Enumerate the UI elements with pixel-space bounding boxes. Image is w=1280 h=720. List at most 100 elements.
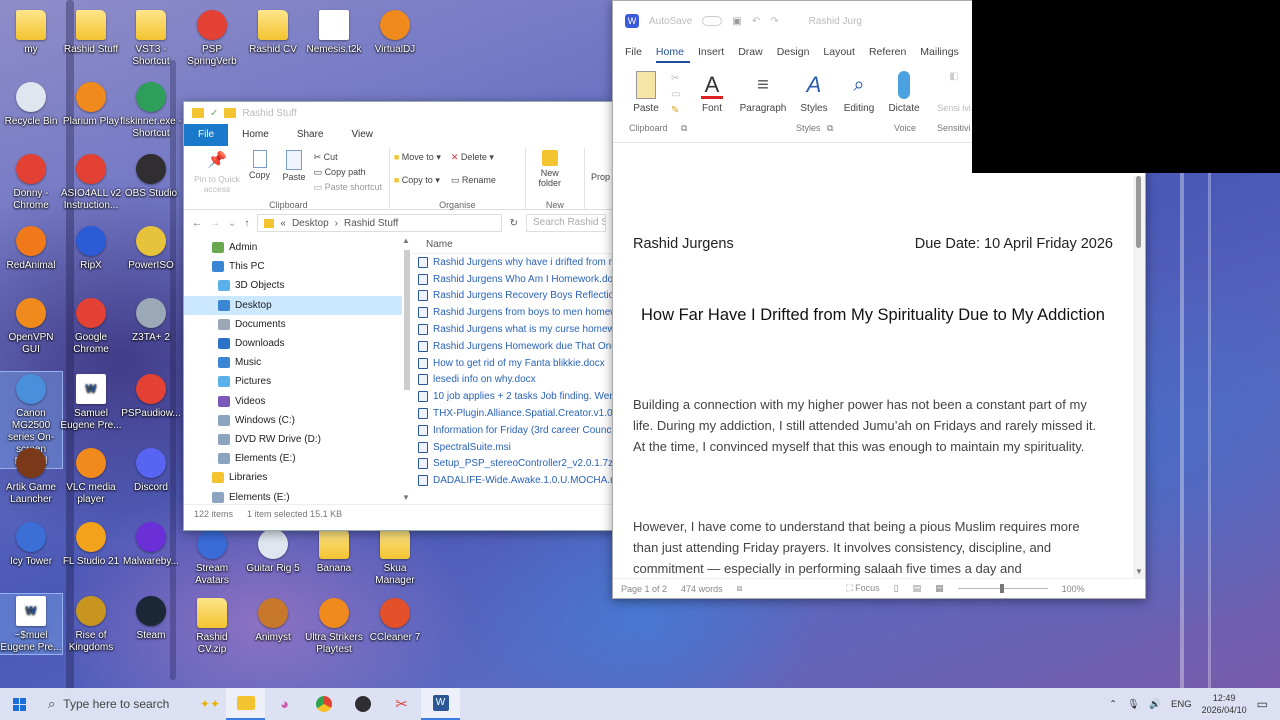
save-icon[interactable]: ▣ bbox=[732, 16, 741, 27]
desktop-icon[interactable]: CCleaner 7 bbox=[364, 596, 426, 644]
nav-item[interactable]: 3D Objects bbox=[184, 276, 402, 295]
properties-button[interactable]: Prop bbox=[585, 148, 610, 209]
styles-button[interactable]: A Styles bbox=[789, 71, 839, 114]
forward-arrow-icon[interactable]: → bbox=[210, 218, 220, 229]
toggle-switch-icon[interactable] bbox=[702, 16, 723, 26]
nav-item[interactable]: Pictures bbox=[184, 372, 402, 391]
nav-item[interactable]: DVD RW Drive (D:) bbox=[184, 430, 402, 449]
clipboard-launcher-icon[interactable]: ⧉ bbox=[681, 123, 687, 134]
file-row[interactable]: Rashid Jurgens Homework due That One T bbox=[412, 338, 614, 355]
file-row[interactable]: THX-Plugin.Alliance.Spatial.Creator.v1.0… bbox=[412, 405, 614, 422]
zoom-slider[interactable] bbox=[957, 584, 1048, 593]
file-row[interactable]: Rashid Jurgens Recovery Boys Reflection … bbox=[412, 288, 614, 305]
copy-path-button[interactable]: ▭ Copy path bbox=[314, 165, 383, 180]
file-row[interactable]: 10 job applies + 2 tasks Job finding. We… bbox=[412, 388, 614, 405]
paste-button[interactable]: Paste bbox=[277, 148, 311, 182]
undo-icon[interactable]: ↶ bbox=[752, 16, 760, 27]
file-explorer-taskbar-button[interactable] bbox=[226, 688, 265, 720]
back-arrow-icon[interactable]: ← bbox=[192, 218, 202, 229]
styles-launcher-icon[interactable]: ⧉ bbox=[827, 123, 833, 134]
volume-icon[interactable]: 🔊 bbox=[1149, 699, 1161, 710]
copilot-taskbar-button[interactable]: ◕ bbox=[265, 688, 304, 720]
snipping-tool-taskbar-button[interactable]: ✂ bbox=[382, 688, 421, 720]
column-header-name[interactable]: Name bbox=[412, 236, 614, 254]
breadcrumb-desktop[interactable]: Desktop bbox=[292, 218, 329, 229]
desktop-icon[interactable]: PowerISO bbox=[120, 224, 182, 272]
print-layout-icon[interactable]: ▤ bbox=[913, 583, 922, 594]
ribbon-tab[interactable]: Design bbox=[777, 41, 816, 63]
menu-home[interactable]: Home bbox=[228, 124, 283, 146]
scroll-down-icon[interactable]: ▼ bbox=[1135, 567, 1143, 576]
move-to-button[interactable]: ■ Move to ▾ bbox=[394, 150, 441, 165]
format-painter-icon[interactable]: ✎ bbox=[671, 105, 679, 116]
nav-item[interactable]: Documents bbox=[184, 315, 402, 334]
desktop-icon[interactable]: FL Studio 21 bbox=[60, 520, 122, 568]
file-row[interactable]: Rashid Jurgens Who Am I Homework.docx bbox=[412, 271, 614, 288]
desktop-icon[interactable]: W ~$muel Eugene Pre... bbox=[0, 593, 63, 655]
desktop-icon[interactable]: Skua Manager bbox=[364, 527, 426, 587]
nav-item[interactable]: Music bbox=[184, 353, 402, 372]
address-bar[interactable]: « Desktop › Rashid Stuff bbox=[257, 214, 502, 232]
file-row[interactable]: Rashid Jurgens from boys to men homew bbox=[412, 304, 614, 321]
read-mode-icon[interactable]: ▯ bbox=[894, 583, 899, 594]
desktop-icon[interactable]: Recycle Bin bbox=[0, 80, 62, 128]
nav-item[interactable]: Desktop bbox=[184, 295, 402, 315]
web-layout-icon[interactable]: ▦ bbox=[935, 583, 944, 594]
language-indicator[interactable]: ENG bbox=[1171, 699, 1192, 710]
desktop-icon[interactable]: PSP SpringVerb bbox=[181, 8, 243, 68]
desktop-icon[interactable]: Guitar Rig 5 bbox=[242, 527, 304, 575]
delete-button[interactable]: ✕ Delete ▾ bbox=[451, 150, 496, 165]
document-page[interactable]: Rashid Jurgens Due Date: 10 April Friday… bbox=[613, 176, 1133, 578]
scroll-up-icon[interactable]: ▲ bbox=[402, 236, 410, 245]
ribbon-tab[interactable]: Referen bbox=[869, 41, 912, 63]
file-explorer-window[interactable]: ✓ Rashid Stuff File Home Share View 📌 Pi… bbox=[183, 101, 615, 531]
file-row[interactable]: Rashid Jurgens what is my curse homewo bbox=[412, 321, 614, 338]
nav-item[interactable]: This PC bbox=[184, 257, 402, 276]
scroll-thumb[interactable] bbox=[1136, 176, 1141, 248]
desktop-icon[interactable]: Banana bbox=[303, 527, 365, 575]
desktop-icon[interactable]: W Samuel Eugene Pre... bbox=[60, 372, 122, 432]
breadcrumb-overflow[interactable]: « bbox=[280, 218, 286, 229]
document-scrollbar[interactable]: ▼ bbox=[1133, 176, 1145, 578]
file-row[interactable]: Information for Friday (3rd career Counc… bbox=[412, 422, 614, 439]
desktop-icon[interactable]: Malwareby... bbox=[120, 520, 182, 568]
file-row[interactable]: SpectralSuite.msi bbox=[412, 439, 614, 456]
dictate-button[interactable]: Dictate bbox=[879, 71, 929, 114]
nav-item[interactable]: Elements (E:) bbox=[184, 487, 402, 506]
page-count[interactable]: Page 1 of 2 bbox=[621, 584, 667, 594]
desktop-icon[interactable]: VST3 - Shortcut bbox=[120, 8, 182, 68]
redo-icon[interactable]: ↷ bbox=[770, 16, 778, 27]
zoom-level[interactable]: 100% bbox=[1062, 584, 1085, 594]
explorer-titlebar[interactable]: ✓ Rashid Stuff bbox=[184, 102, 614, 124]
taskbar-search[interactable]: ⌕ Type here to search ✦✦ bbox=[38, 688, 226, 720]
desktop-icon[interactable]: OBS Studio bbox=[120, 152, 182, 200]
file-row[interactable]: Rashid Jurgens why have i drifted from m… bbox=[412, 254, 614, 271]
desktop-icon[interactable]: ASIO4ALL v2 Instruction... bbox=[60, 152, 122, 212]
menu-view[interactable]: View bbox=[338, 124, 388, 146]
start-button[interactable] bbox=[0, 688, 38, 720]
search-input[interactable]: Search Rashid Stuff bbox=[526, 214, 606, 232]
desktop-icon[interactable]: flskinner.exe - Shortcut bbox=[120, 80, 182, 140]
desktop-icon[interactable]: Rashid CV.zip bbox=[181, 596, 243, 656]
file-row[interactable]: Setup_PSP_stereoController2_v2.0.1.7z bbox=[412, 456, 614, 473]
desktop-icon[interactable]: Stream Avatars bbox=[181, 527, 243, 587]
font-button[interactable]: A Font bbox=[687, 71, 737, 114]
file-row[interactable]: lesedi info on why.docx bbox=[412, 372, 614, 389]
file-row[interactable]: How to get rid of my Fanta blikkie.docx bbox=[412, 355, 614, 372]
copy-button[interactable]: Copy bbox=[245, 148, 275, 180]
paste-shortcut-button[interactable]: ▭ Paste shortcut bbox=[314, 180, 383, 195]
desktop-icon[interactable]: Discord bbox=[120, 446, 182, 494]
accessibility-icon[interactable]: ⧈ bbox=[737, 583, 743, 594]
paragraph-button[interactable]: ≡ Paragraph bbox=[737, 71, 789, 114]
desktop-icon[interactable]: OpenVPN GUI bbox=[0, 296, 62, 356]
desktop-icon[interactable]: my bbox=[0, 8, 62, 56]
nav-item[interactable]: Admin bbox=[184, 238, 402, 257]
menu-share[interactable]: Share bbox=[283, 124, 338, 146]
cut-icon[interactable]: ✂ bbox=[671, 73, 679, 84]
nav-item[interactable]: Elements (E:) bbox=[184, 449, 402, 468]
desktop-icon[interactable]: VLC media player bbox=[60, 446, 122, 506]
desktop-icon[interactable]: Donny - Chrome bbox=[0, 152, 62, 212]
editing-button[interactable]: ⌕ Editing bbox=[834, 71, 884, 114]
nav-item[interactable]: Libraries bbox=[184, 468, 402, 487]
nav-scrollbar[interactable]: ▲ ▼ bbox=[402, 236, 412, 504]
